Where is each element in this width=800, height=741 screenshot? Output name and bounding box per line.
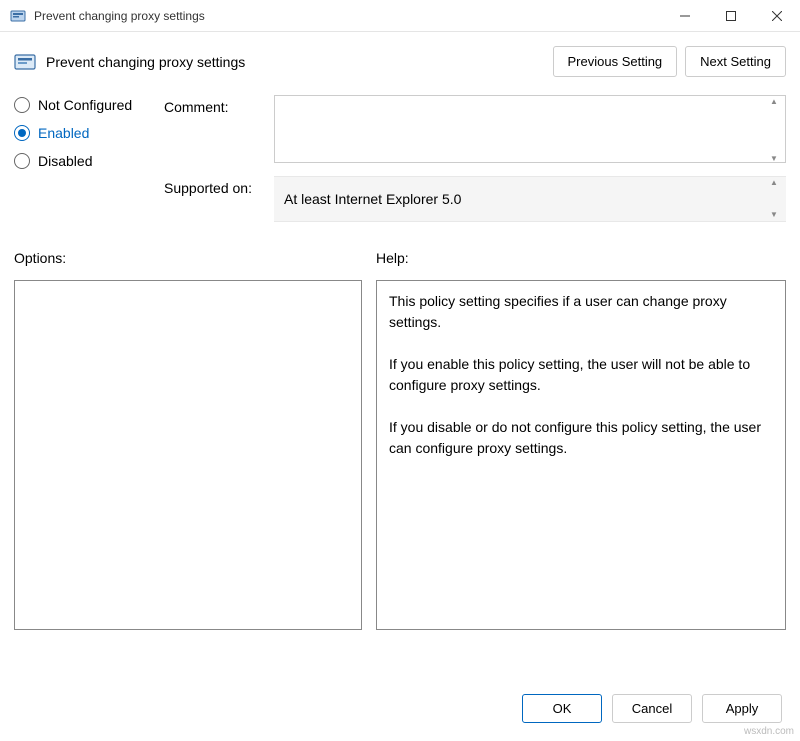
radio-icon (14, 125, 30, 141)
comment-input[interactable] (274, 95, 786, 163)
scroll-up-icon[interactable]: ▲ (766, 179, 782, 187)
radio-icon (14, 97, 30, 113)
watermark: wsxdn.com (744, 726, 794, 737)
supported-text: At least Internet Explorer 5.0 (284, 191, 461, 207)
header-row: Prevent changing proxy settings Previous… (14, 46, 786, 77)
policy-icon (10, 8, 26, 24)
content-area: Prevent changing proxy settings Previous… (0, 32, 800, 630)
nav-buttons: Previous Setting Next Setting (553, 46, 787, 77)
state-radio-group: Not Configured Enabled Disabled (14, 95, 164, 232)
radio-label: Enabled (38, 125, 89, 141)
apply-button[interactable]: Apply (702, 694, 782, 723)
options-box[interactable] (14, 280, 362, 630)
page-title: Prevent changing proxy settings (46, 54, 553, 70)
previous-setting-button[interactable]: Previous Setting (553, 46, 678, 77)
footer-buttons: OK Cancel Apply (522, 694, 782, 723)
options-panel: Options: (14, 250, 362, 630)
config-row: Not Configured Enabled Disabled Comment:… (14, 95, 786, 232)
supported-row: Supported on: At least Internet Explorer… (164, 176, 786, 222)
fields-col: Comment: ▲ ▼ Supported on: At least Inte… (164, 95, 786, 232)
scroll-down-icon[interactable]: ▼ (766, 211, 782, 219)
maximize-button[interactable] (708, 0, 754, 32)
radio-not-configured[interactable]: Not Configured (14, 97, 164, 113)
supported-value: At least Internet Explorer 5.0 ▲ ▼ (274, 176, 786, 222)
policy-icon (14, 51, 36, 73)
radio-disabled[interactable]: Disabled (14, 153, 164, 169)
panels-row: Options: Help: This policy setting speci… (14, 250, 786, 630)
close-button[interactable] (754, 0, 800, 32)
help-label: Help: (376, 250, 786, 266)
options-label: Options: (14, 250, 362, 266)
ok-button[interactable]: OK (522, 694, 602, 723)
cancel-button[interactable]: Cancel (612, 694, 692, 723)
radio-icon (14, 153, 30, 169)
radio-label: Disabled (38, 153, 92, 169)
supported-label: Supported on: (164, 176, 274, 222)
scroll-up-icon[interactable]: ▲ (766, 98, 782, 106)
radio-label: Not Configured (38, 97, 132, 113)
help-panel: Help: This policy setting specifies if a… (376, 250, 786, 630)
window-title: Prevent changing proxy settings (34, 9, 662, 23)
comment-label: Comment: (164, 95, 274, 166)
scroll-down-icon[interactable]: ▼ (766, 155, 782, 163)
next-setting-button[interactable]: Next Setting (685, 46, 786, 77)
minimize-button[interactable] (662, 0, 708, 32)
window-controls (662, 0, 800, 32)
comment-row: Comment: ▲ ▼ (164, 95, 786, 166)
titlebar: Prevent changing proxy settings (0, 0, 800, 32)
radio-enabled[interactable]: Enabled (14, 125, 164, 141)
help-box: This policy setting specifies if a user … (376, 280, 786, 630)
